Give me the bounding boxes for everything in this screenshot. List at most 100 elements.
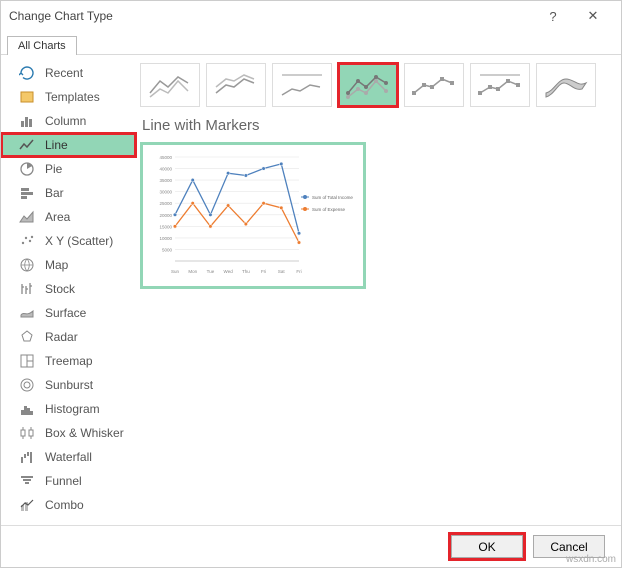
svg-text:25000: 25000 [159, 201, 172, 206]
templates-icon [19, 89, 35, 105]
svg-text:Sum of Expense: Sum of Expense [312, 207, 346, 212]
sidebar-item-funnel[interactable]: Funnel [1, 469, 136, 493]
watermark: wsxdn.com [566, 554, 616, 565]
preview-chart: 5000 10000 15000 20000 25000 30000 35000 40000 4… [147, 149, 367, 279]
pie-icon [19, 161, 35, 177]
sidebar-item-label: X Y (Scatter) [45, 234, 113, 248]
map-icon [19, 257, 35, 273]
sidebar-item-sunburst[interactable]: Sunburst [1, 373, 136, 397]
area-icon [19, 209, 35, 225]
svg-text:Sun: Sun [171, 269, 180, 274]
column-icon [19, 113, 35, 129]
svg-text:10000: 10000 [159, 236, 172, 241]
sidebar-item-stock[interactable]: Stock [1, 277, 136, 301]
sidebar-item-templates[interactable]: Templates [1, 85, 136, 109]
svg-text:Mon: Mon [188, 269, 197, 274]
stock-icon [19, 281, 35, 297]
sidebar-item-pie[interactable]: Pie [1, 157, 136, 181]
subtype-3d-line[interactable] [536, 63, 596, 107]
sidebar-item-label: Box & Whisker [45, 426, 124, 440]
dialog-title: Change Chart Type [9, 9, 533, 23]
sidebar: Recent Templates Column Line Pie Bar [1, 55, 136, 525]
sidebar-item-surface[interactable]: Surface [1, 301, 136, 325]
sidebar-item-label: Column [45, 114, 86, 128]
tabstrip: All Charts [1, 31, 621, 55]
sidebar-item-label: Surface [45, 306, 86, 320]
svg-text:Sum of Total Income: Sum of Total Income [312, 195, 353, 200]
sidebar-item-treemap[interactable]: Treemap [1, 349, 136, 373]
subtype-title: Line with Markers [142, 117, 609, 134]
titlebar: Change Chart Type ? ✕ [1, 1, 621, 31]
sidebar-item-label: Funnel [45, 474, 82, 488]
tab-all-charts[interactable]: All Charts [7, 36, 77, 55]
box-whisker-icon [19, 425, 35, 441]
subtype-100-stacked-line[interactable] [272, 63, 332, 107]
sidebar-item-label: Radar [45, 330, 78, 344]
sidebar-item-label: Stock [45, 282, 75, 296]
svg-text:5000: 5000 [162, 247, 173, 252]
sidebar-item-box-whisker[interactable]: Box & Whisker [1, 421, 136, 445]
svg-text:Tue: Tue [207, 269, 215, 274]
subtype-line-markers[interactable] [338, 63, 398, 107]
subtype-100-stacked-line-markers[interactable] [470, 63, 530, 107]
dialog-content: Recent Templates Column Line Pie Bar [1, 55, 621, 525]
sidebar-item-label: Recent [45, 66, 83, 80]
bar-icon [19, 185, 35, 201]
svg-text:30000: 30000 [159, 190, 172, 195]
sidebar-item-line[interactable]: Line [1, 133, 136, 157]
sunburst-icon [19, 377, 35, 393]
scatter-icon [19, 233, 35, 249]
waterfall-icon [19, 449, 35, 465]
sidebar-item-bar[interactable]: Bar [1, 181, 136, 205]
sidebar-item-label: Waterfall [45, 450, 92, 464]
radar-icon [19, 329, 35, 345]
surface-icon [19, 305, 35, 321]
sidebar-item-recent[interactable]: Recent [1, 61, 136, 85]
sidebar-item-label: Pie [45, 162, 62, 176]
sidebar-item-scatter[interactable]: X Y (Scatter) [1, 229, 136, 253]
sidebar-item-label: Histogram [45, 402, 100, 416]
dialog-footer: OK Cancel [1, 525, 621, 567]
combo-icon [19, 497, 35, 513]
recent-icon [19, 65, 35, 81]
line-icon [19, 137, 35, 153]
sidebar-item-column[interactable]: Column [1, 109, 136, 133]
subtype-row [140, 63, 609, 107]
sidebar-item-label: Sunburst [45, 378, 93, 392]
funnel-icon [19, 473, 35, 489]
sidebar-item-histogram[interactable]: Histogram [1, 397, 136, 421]
svg-text:45000: 45000 [159, 155, 172, 160]
change-chart-type-dialog: Change Chart Type ? ✕ All Charts Recent … [0, 0, 622, 568]
sidebar-item-waterfall[interactable]: Waterfall [1, 445, 136, 469]
svg-text:20000: 20000 [159, 213, 172, 218]
svg-text:35000: 35000 [159, 178, 172, 183]
sidebar-item-label: Map [45, 258, 68, 272]
svg-text:Wed: Wed [224, 269, 234, 274]
histogram-icon [19, 401, 35, 417]
svg-text:40000: 40000 [159, 167, 172, 172]
sidebar-item-label: Line [45, 138, 68, 152]
svg-text:Fri: Fri [261, 269, 266, 274]
main-panel: Line with Markers 5000 10000 15000 20000 250… [136, 55, 621, 525]
sidebar-item-label: Templates [45, 90, 100, 104]
sidebar-item-label: Treemap [45, 354, 93, 368]
subtype-stacked-line-markers[interactable] [404, 63, 464, 107]
help-button[interactable]: ? [533, 2, 573, 30]
chart-preview[interactable]: 5000 10000 15000 20000 25000 30000 35000 40000 4… [140, 142, 366, 289]
ok-button[interactable]: OK [451, 535, 523, 558]
treemap-icon [19, 353, 35, 369]
subtype-line[interactable] [140, 63, 200, 107]
sidebar-item-label: Bar [45, 186, 64, 200]
sidebar-item-map[interactable]: Map [1, 253, 136, 277]
sidebar-item-label: Area [45, 210, 70, 224]
svg-text:Sat: Sat [278, 269, 286, 274]
subtype-stacked-line[interactable] [206, 63, 266, 107]
svg-text:15000: 15000 [159, 224, 172, 229]
svg-text:Thu: Thu [242, 269, 250, 274]
sidebar-item-combo[interactable]: Combo [1, 493, 136, 517]
close-button[interactable]: ✕ [573, 2, 613, 30]
sidebar-item-radar[interactable]: Radar [1, 325, 136, 349]
svg-text:Fri: Fri [296, 269, 301, 274]
sidebar-item-area[interactable]: Area [1, 205, 136, 229]
sidebar-item-label: Combo [45, 498, 84, 512]
